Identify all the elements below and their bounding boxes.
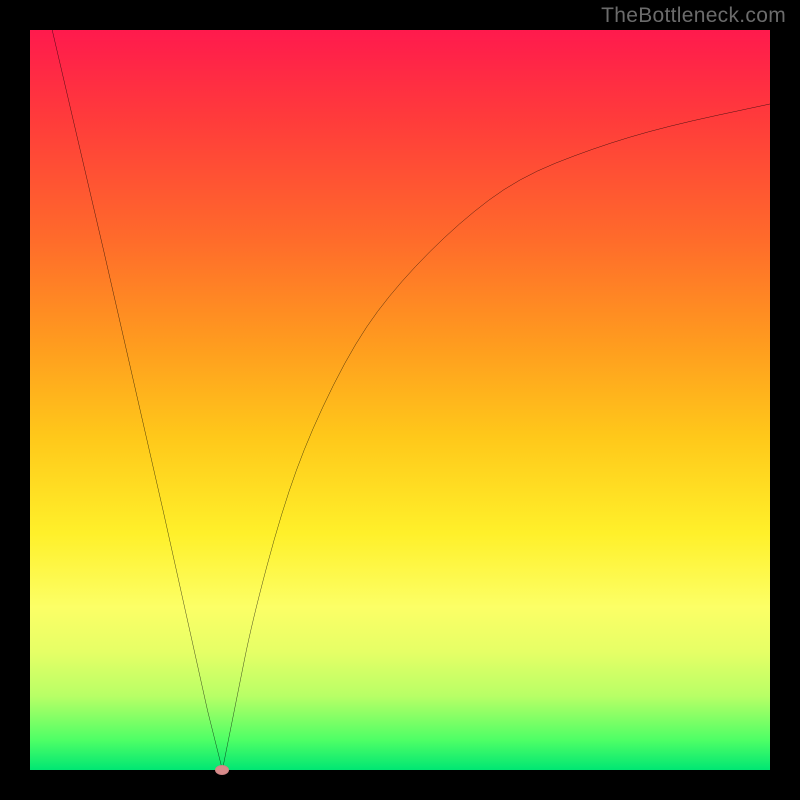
curve-svg	[30, 30, 770, 770]
optimum-marker	[215, 765, 229, 775]
plot-area	[30, 30, 770, 770]
watermark-text: TheBottleneck.com	[601, 4, 786, 28]
bottleneck-curve	[52, 30, 770, 770]
chart-frame: TheBottleneck.com	[0, 0, 800, 800]
